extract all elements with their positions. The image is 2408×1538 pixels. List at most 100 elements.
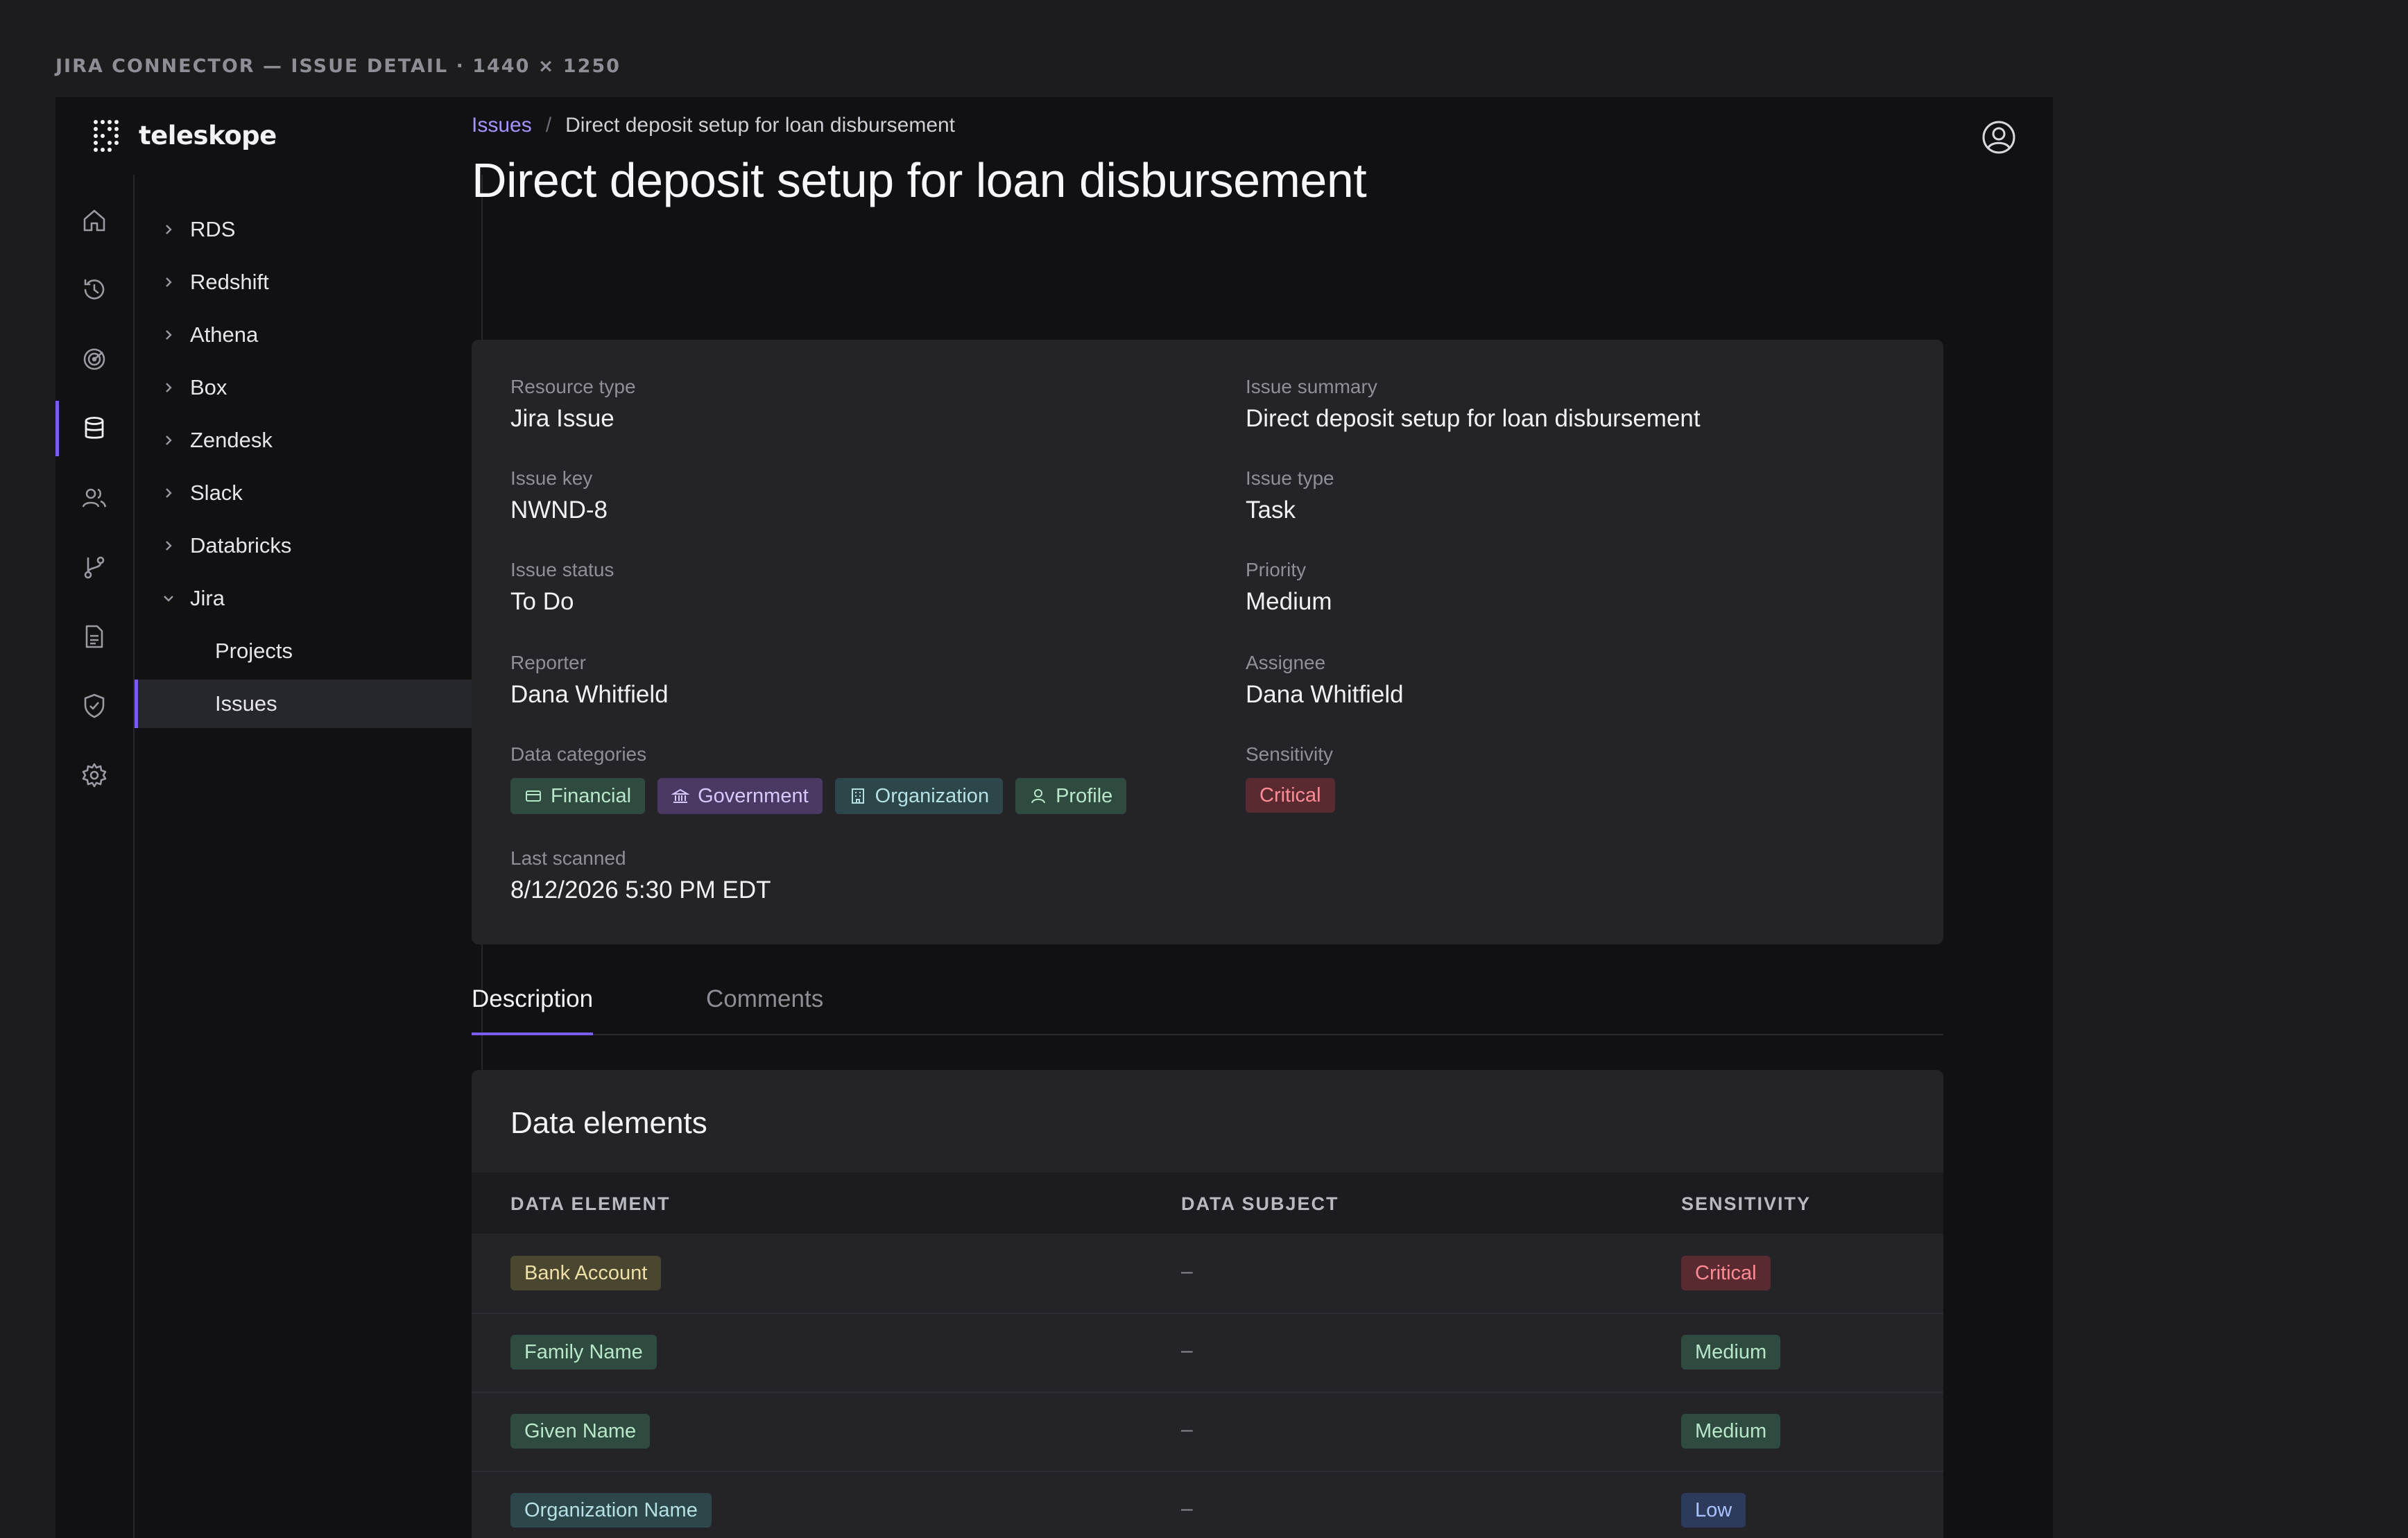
table-header: DATA ELEMENT DATA SUBJECT SENSITIVITY (472, 1173, 1943, 1234)
history-icon (84, 279, 105, 300)
resource-tree: RDS Redshift Athena Box Zendesk Slack Da… (135, 175, 483, 1538)
rail-radar[interactable] (55, 331, 133, 387)
field-label: Data categories (510, 743, 647, 765)
field-resource-type: Resource type Jira Issue (510, 376, 636, 433)
data-subject-cell: – (1181, 1260, 1193, 1283)
git-branch-icon (84, 556, 105, 579)
table-row[interactable]: Organization Name – Low (472, 1471, 1943, 1538)
field-label: Last scanned (510, 847, 626, 869)
chip-label: Organization (875, 784, 990, 807)
data-subject-cell: – (1181, 1497, 1193, 1520)
rail-reports[interactable] (55, 609, 133, 664)
sensitivity-badge: Medium (1681, 1335, 1781, 1369)
field-issue-status: Issue status To Do (510, 559, 614, 616)
column-header-data-subject[interactable]: DATA SUBJECT (1181, 1193, 1339, 1215)
field-label: Issue status (510, 559, 614, 580)
table-row[interactable]: Given Name – Medium (472, 1392, 1943, 1472)
field-value: Task (1246, 496, 1296, 524)
issue-details-card: Resource type Jira Issue Issue summary D… (472, 340, 1943, 944)
category-chips: Financial Government Organization Profil… (510, 778, 1127, 814)
field-issue-key: Issue key NWND-8 (510, 467, 608, 524)
field-last-scanned: Last scanned 8/12/2026 5:30 PM EDT (510, 847, 771, 904)
field-value: Direct deposit setup for loan disburseme… (1246, 405, 1701, 432)
rail-data-sources[interactable] (55, 401, 133, 456)
users-icon (82, 488, 107, 508)
tree-item-redshift[interactable]: Redshift (135, 258, 481, 306)
table-row[interactable]: Bank Account – Critical (472, 1234, 1943, 1314)
gear-icon (82, 763, 107, 788)
rail-workflows[interactable] (55, 539, 133, 595)
tree-item-label: Athena (190, 322, 259, 347)
chevron-right-icon (166, 488, 172, 498)
rail-history[interactable] (55, 262, 133, 318)
tree-item-databricks[interactable]: Databricks (135, 521, 481, 570)
tree-item-label: Issues (215, 691, 277, 716)
field-label: Resource type (510, 376, 636, 397)
rail-users[interactable] (55, 470, 133, 526)
app-name: teleskope (139, 120, 277, 150)
tab-comments[interactable]: Comments (706, 981, 823, 1032)
building-icon (851, 788, 864, 804)
category-chip-profile[interactable]: Profile (1015, 778, 1127, 814)
tree-item-slack[interactable]: Slack (135, 469, 481, 517)
data-subject-cell: – (1181, 1418, 1193, 1441)
user-icon (1031, 789, 1046, 804)
tree-item-label: Projects (215, 639, 293, 663)
teleskope-logo-icon (94, 120, 119, 152)
rail-settings[interactable] (55, 748, 133, 803)
field-reporter: Reporter Dana Whitfield (510, 652, 669, 709)
tree-item-issues[interactable]: Issues (135, 680, 481, 728)
field-value: Dana Whitfield (1246, 681, 1404, 708)
field-label: Sensitivity (1246, 743, 1334, 765)
tree-item-jira[interactable]: Jira (135, 574, 481, 623)
field-value: To Do (510, 588, 574, 615)
section-title: Data elements (510, 1106, 707, 1140)
category-chip-organization[interactable]: Organization (834, 778, 1004, 814)
field-value: Jira Issue (510, 405, 614, 432)
tree-item-label: Box (190, 375, 227, 399)
rail-home[interactable] (55, 193, 133, 248)
shield-icon (84, 693, 105, 718)
field-data-categories: Data categories Financial Government Org… (510, 743, 1127, 814)
page-title: Direct deposit setup for loan disburseme… (472, 153, 1367, 207)
category-chip-financial[interactable]: Financial (510, 778, 646, 814)
chevron-down-icon (164, 596, 173, 602)
tree-item-label: Zendesk (190, 428, 273, 452)
chevron-right-icon (166, 541, 172, 551)
tree-item-box[interactable]: Box (135, 363, 481, 412)
table-row[interactable]: Family Name – Medium (472, 1313, 1943, 1393)
app-logo[interactable]: teleskope (90, 118, 277, 153)
data-subject-cell: – (1181, 1339, 1193, 1362)
rail-policies[interactable] (55, 678, 133, 734)
tab-bar: Description Comments (472, 981, 1943, 1035)
sensitivity-badge: Medium (1681, 1414, 1781, 1449)
field-label: Issue key (510, 467, 593, 489)
category-chip-government[interactable]: Government (657, 778, 823, 814)
icon-rail (55, 175, 135, 1538)
tree-item-athena[interactable]: Athena (135, 311, 481, 359)
chip-label: Financial (551, 784, 632, 807)
tree-item-rds[interactable]: RDS (135, 205, 481, 254)
data-element-chip: Organization Name (510, 1493, 712, 1528)
field-issue-type: Issue type Task (1246, 467, 1334, 524)
radar-icon (83, 348, 105, 370)
field-sensitivity: Sensitivity Critical (1246, 743, 1335, 813)
tree-item-label: Redshift (190, 270, 269, 294)
chevron-right-icon (166, 383, 172, 392)
chip-label: Profile (1056, 784, 1113, 807)
tree-item-zendesk[interactable]: Zendesk (135, 416, 481, 465)
tree-item-projects[interactable]: Projects (135, 627, 481, 675)
field-label: Issue summary (1246, 376, 1377, 397)
sensitivity-badge: Low (1681, 1493, 1746, 1528)
chevron-right-icon (166, 277, 172, 287)
breadcrumb-issues-link[interactable]: Issues (472, 114, 532, 137)
chevron-right-icon (166, 435, 172, 445)
database-icon (85, 417, 104, 439)
tab-description[interactable]: Description (472, 981, 594, 1035)
user-account-icon[interactable] (1981, 119, 2017, 155)
breadcrumb: Issues / Direct deposit setup for loan d… (472, 114, 955, 137)
breadcrumb-separator: / (545, 114, 552, 137)
field-value: 8/12/2026 5:30 PM EDT (510, 876, 771, 904)
column-header-data-element[interactable]: DATA ELEMENT (510, 1193, 670, 1215)
column-header-sensitivity[interactable]: SENSITIVITY (1681, 1193, 1811, 1215)
